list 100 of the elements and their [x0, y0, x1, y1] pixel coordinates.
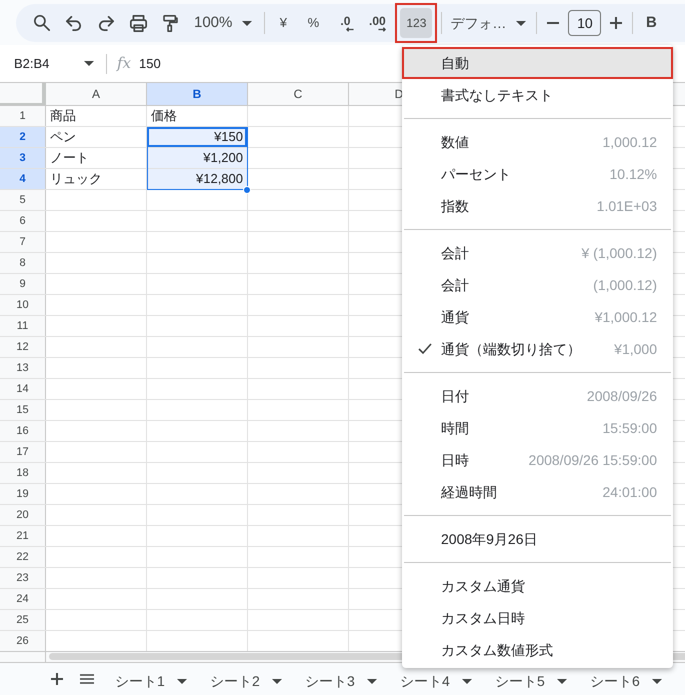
zoom-dropdown[interactable]: 100%	[186, 8, 260, 38]
function-label: fx	[117, 53, 132, 74]
caret-icon	[462, 678, 472, 684]
row-header[interactable]: 11	[0, 316, 45, 336]
menu-item-label: 日付	[441, 386, 470, 406]
format-example: (1,000.12)	[593, 276, 657, 295]
menu-icon	[80, 674, 94, 684]
menu-item[interactable]: 日時 2008/09/26 15:59:00	[402, 444, 673, 476]
formula-field[interactable]: 150	[139, 54, 161, 74]
menu-item[interactable]: カスタム日時	[402, 602, 673, 634]
row-header[interactable]: 10	[0, 295, 45, 315]
format-example: 2008/09/26	[586, 386, 657, 406]
plus-icon	[610, 17, 622, 29]
menu-item[interactable]: 日付 2008/09/26	[402, 380, 673, 412]
menu-item-label: カスタム数値形式	[441, 640, 554, 660]
menu-item-label: 日時	[441, 450, 470, 470]
format-example: 2008/09/26 15:59:00	[528, 450, 657, 470]
menu-item-label: 自動	[441, 54, 470, 72]
row-header[interactable]: 5	[0, 190, 45, 210]
row-header[interactable]: 2	[0, 127, 45, 147]
sheet-tab[interactable]: シート3	[305, 668, 400, 694]
undo-icon	[66, 16, 82, 30]
menu-item[interactable]: 自動	[402, 47, 673, 79]
caret-icon	[242, 20, 252, 26]
sheet-tab[interactable]: シート1	[115, 668, 210, 694]
caret-icon	[556, 678, 567, 684]
row-header[interactable]: 21	[0, 526, 45, 546]
row-header[interactable]: 26	[0, 631, 45, 651]
number-format-button[interactable]: 123	[400, 8, 432, 38]
row-header[interactable]: 19	[0, 484, 45, 504]
row-header[interactable]: 18	[0, 463, 45, 483]
menu-item[interactable]: 会計 ¥ (1,000.12)	[402, 237, 673, 269]
row-header[interactable]: 17	[0, 442, 45, 462]
increase-decimal-button[interactable]: .00	[361, 8, 394, 38]
menu-item-label: 書式なしテキスト	[441, 86, 554, 104]
row-header[interactable]: 8	[0, 253, 45, 273]
menu-item[interactable]: 通貨（端数切り捨て） ¥1,000	[402, 333, 673, 365]
row-header[interactable]: 22	[0, 547, 45, 567]
menu-item-label: 指数	[441, 196, 470, 216]
table-cell-text: リュック	[49, 170, 103, 188]
row-header[interactable]: 20	[0, 505, 45, 525]
menu-item-label: 会計	[441, 276, 470, 294]
print-icon	[130, 14, 146, 32]
row-header[interactable]: 13	[0, 358, 45, 378]
arrow-icon	[346, 26, 354, 32]
row-header[interactable]: 24	[0, 589, 45, 609]
sheet-tab[interactable]: シート5	[495, 668, 590, 694]
column-header[interactable]: B	[147, 83, 247, 105]
menu-item[interactable]: パーセント 10.12%	[402, 158, 673, 190]
row-header[interactable]: 1	[0, 106, 45, 126]
caret-icon	[516, 20, 526, 26]
bold-button[interactable]: B	[637, 8, 666, 38]
row-header[interactable]: 14	[0, 379, 45, 399]
menu-item[interactable]: カスタム通貨	[402, 570, 673, 602]
menu-item-label: 時間	[441, 418, 470, 438]
menu-item[interactable]: 指数 1.01E+03	[402, 190, 673, 222]
sheet-tab[interactable]: シート2	[210, 668, 305, 694]
row-header[interactable]: 16	[0, 421, 45, 441]
fill-handle[interactable]	[243, 186, 251, 194]
row-header[interactable]: 4	[0, 169, 45, 189]
caret-icon	[366, 678, 377, 684]
minus-icon	[547, 22, 560, 24]
row-header[interactable]: 9	[0, 274, 45, 294]
menu-item[interactable]: 時間 15:59:00	[402, 412, 673, 444]
decrease-decimal-button[interactable]: .0	[329, 8, 362, 38]
row-header[interactable]: 25	[0, 610, 45, 630]
menu-item[interactable]: 2008年9月26日	[402, 523, 673, 555]
sheet-tab[interactable]: シート6	[590, 668, 685, 694]
menu-item[interactable]: 書式なしテキスト	[402, 79, 673, 111]
table-cell: ¥1,200	[147, 148, 247, 168]
menu-item-label: カスタム通貨	[441, 576, 526, 596]
row-header[interactable]: 15	[0, 400, 45, 420]
currency-button[interactable]: ¥	[269, 8, 298, 38]
font-size-field[interactable]: 10	[568, 10, 602, 36]
name-box[interactable]: B2:B4	[14, 54, 50, 74]
row-header[interactable]: 12	[0, 337, 45, 357]
format-example: 1,000.12	[602, 132, 657, 152]
column-header[interactable]: C	[248, 83, 348, 105]
percent-button[interactable]: %	[297, 8, 330, 38]
row-header[interactable]: 6	[0, 211, 45, 231]
menu-item-label: 通貨（端数切り捨て）	[441, 340, 582, 358]
add-icon	[51, 673, 63, 685]
menu-item-label: 経過時間	[441, 482, 498, 502]
format-example: ¥1,000	[614, 340, 657, 358]
sheet-tab[interactable]: シート4	[400, 668, 495, 694]
format-example: 24:01:00	[602, 482, 657, 502]
row-header[interactable]: 7	[0, 232, 45, 252]
menu-item-label: 通貨	[441, 308, 470, 326]
menu-item[interactable]: 通貨 ¥1,000.12	[402, 301, 673, 333]
format-example: 15:59:00	[602, 418, 657, 438]
menu-item[interactable]: 数値 1,000.12	[402, 126, 673, 158]
row-header[interactable]: 3	[0, 148, 45, 168]
menu-item[interactable]: カスタム数値形式	[402, 634, 673, 666]
menu-item[interactable]: 会計 (1,000.12)	[402, 269, 673, 301]
arrow-icon	[378, 26, 386, 32]
column-header[interactable]: A	[46, 83, 146, 105]
font-dropdown[interactable]: デフォ…	[446, 8, 532, 38]
row-header[interactable]: 23	[0, 568, 45, 588]
format-example: 10.12%	[610, 164, 657, 184]
menu-item[interactable]: 経過時間 24:01:00	[402, 476, 673, 508]
